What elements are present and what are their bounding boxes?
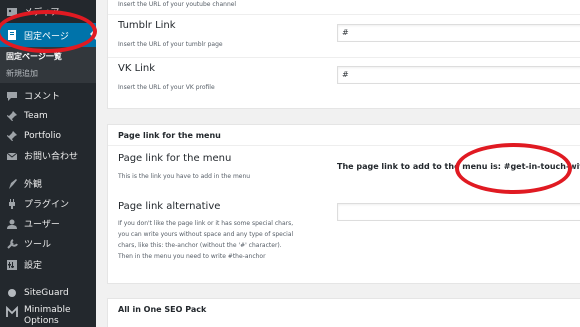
sidebar-item-label: Portfolio [24, 130, 62, 141]
annotation-circle-pages [0, 10, 97, 53]
sidebar-item-contact[interactable]: お問い合わせ [0, 144, 96, 167]
page-link-alt-label: Page link alternative [118, 201, 221, 212]
comments-icon [5, 89, 19, 103]
sidebar-item-label: ツール [24, 240, 52, 250]
sidebar-item-settings[interactable]: 設定 [0, 253, 96, 276]
pin-icon [5, 109, 19, 123]
annotation-circle-page-link [455, 143, 572, 194]
page-link-label: Page link for the menu [118, 153, 232, 164]
sidebar-item-label: プラグイン [24, 200, 70, 210]
tumblr-link-input[interactable]: # [337, 24, 580, 42]
siteguard-icon [5, 286, 19, 300]
page-link-alternative-input[interactable] [337, 203, 580, 221]
page-link-desc: This is the link you have to add in the … [118, 173, 251, 180]
sidebar-item-label: お問い合わせ [24, 152, 79, 162]
sidebar-item-label: Minimable Options [24, 305, 71, 326]
sidebar-item-label: Team [24, 110, 48, 121]
tumblr-desc: Insert the URL of your tumblr page [118, 41, 223, 48]
plugin-icon [5, 197, 19, 211]
sidebar-item-siteguard[interactable]: SiteGuard [0, 281, 96, 304]
sidebar-item-label: 設定 [24, 261, 43, 271]
pin-icon [5, 129, 19, 143]
sidebar-item-label: コメント [24, 92, 61, 102]
minimable-icon [5, 305, 19, 319]
sidebar-item-tools[interactable]: ツール [0, 232, 96, 255]
sidebar-item-label: ユーザー [24, 220, 60, 230]
page-link-alt-desc-line-1: If you don't like the page link or it ha… [118, 220, 294, 227]
vk-link-input[interactable]: # [337, 66, 580, 84]
submenu-add-new[interactable]: 新規追加 [6, 68, 38, 79]
page-link-alt-desc-line-3: chars, like this: the-anchor (without th… [118, 242, 282, 249]
youtube-desc: Insert the URL of your youtube channel [118, 1, 237, 8]
divider [108, 57, 580, 58]
seo-section-title: All in One SEO Pack [118, 305, 207, 314]
users-icon [5, 217, 19, 231]
page-link-alt-desc-line-2: you can write yours without space and an… [118, 231, 294, 238]
page-link-alt-desc-line-4: Then in the menu you need to write #the-… [118, 253, 266, 260]
seo-card: All in One SEO Pack [107, 298, 580, 327]
vk-label: VK Link [118, 63, 156, 74]
sidebar-item-label: 外観 [24, 180, 43, 190]
mail-icon [5, 149, 19, 163]
social-links-card: Insert the URL of your youtube channel T… [107, 0, 580, 109]
tumblr-label: Tumblr Link [118, 20, 176, 31]
settings-icon [5, 258, 19, 272]
sidebar-item-label: SiteGuard [24, 287, 69, 298]
page-link-section-title: Page link for the menu [118, 131, 221, 140]
tools-icon [5, 237, 19, 251]
sidebar-item-minimable[interactable]: Minimable Options [0, 303, 96, 327]
appearance-icon [5, 177, 19, 191]
divider [108, 14, 580, 15]
vk-desc: Insert the URL of your VK profile [118, 84, 215, 91]
